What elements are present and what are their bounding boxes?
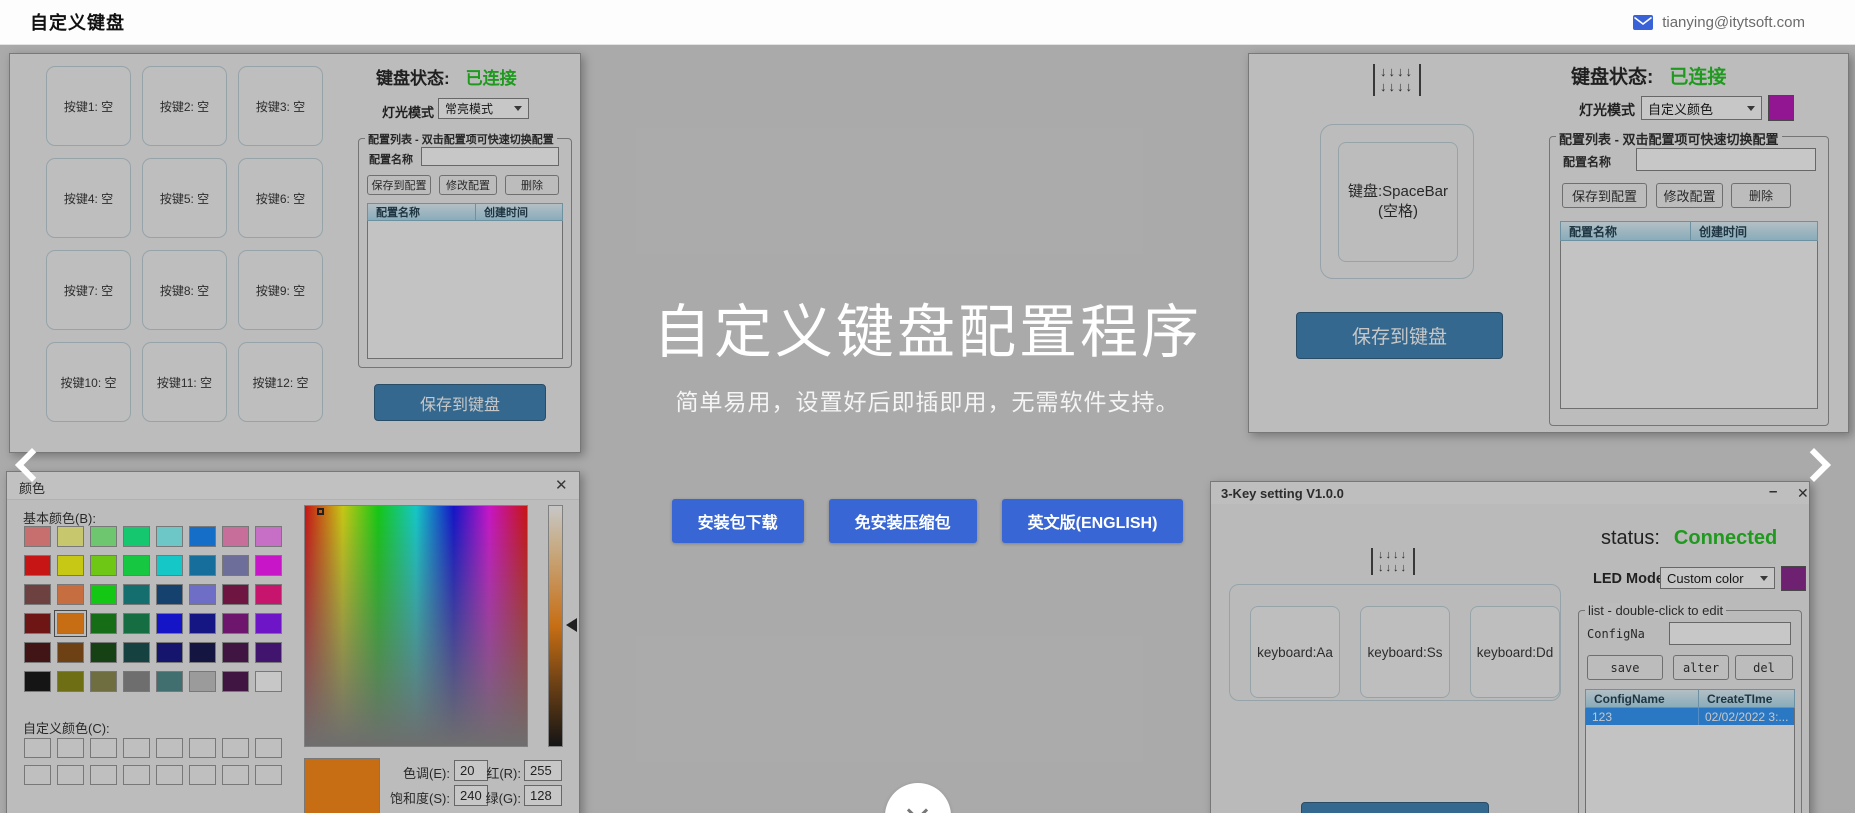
contact-email[interactable]: tianying@itytsoft.com	[1633, 14, 1805, 31]
carousel-dim-overlay	[0, 45, 1855, 813]
page-subtitle: 简单易用，设置好后即插即用，无需软件支持。	[0, 383, 1855, 417]
english-version-button[interactable]: 英文版(ENGLISH)	[1002, 499, 1184, 543]
portable-zip-button[interactable]: 免安装压缩包	[829, 499, 977, 543]
envelope-icon	[1633, 15, 1653, 30]
hero-carousel: 按键1: 空按键2: 空按键3: 空按键4: 空按键5: 空按键6: 空按键7:…	[0, 45, 1855, 813]
top-navbar: 自定义键盘 tianying@itytsoft.com	[0, 0, 1855, 45]
installer-download-button[interactable]: 安装包下载	[672, 499, 804, 543]
site-brand: 自定义键盘	[30, 9, 125, 35]
page-title: 自定义键盘配置程序	[0, 285, 1855, 369]
email-address: tianying@itytsoft.com	[1662, 14, 1805, 31]
chevron-down-icon	[907, 800, 928, 813]
download-buttons-row: 安装包下载 免安装压缩包 英文版(ENGLISH)	[0, 499, 1855, 543]
